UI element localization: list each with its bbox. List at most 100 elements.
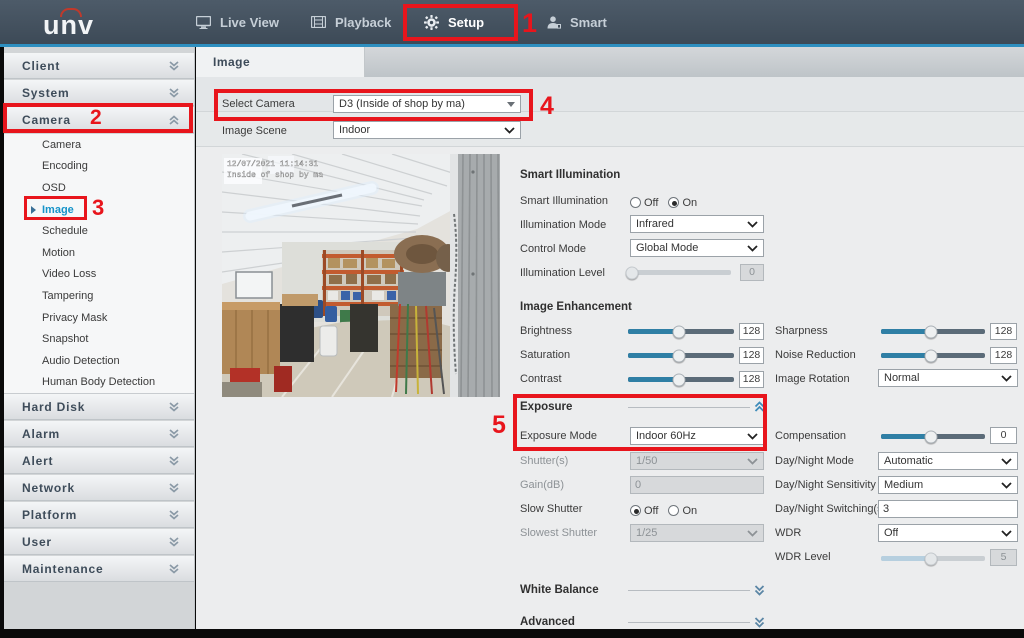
compensation-slider[interactable] bbox=[881, 434, 985, 439]
sidebar-item-encoding[interactable]: Encoding bbox=[4, 156, 194, 178]
sidebar-group-label: Network bbox=[22, 481, 75, 495]
radio-on[interactable] bbox=[668, 505, 679, 516]
tab-image[interactable]: Image bbox=[196, 47, 365, 77]
day-night-switching-label: Day/Night Switching(s) bbox=[775, 503, 886, 515]
image-scene-dropdown[interactable]: Indoor bbox=[333, 121, 521, 139]
sidebar-item-human-body-detection[interactable]: Human Body Detection bbox=[4, 372, 194, 394]
sidebar-item-label: Human Body Detection bbox=[42, 376, 155, 388]
illumination-level-slider[interactable] bbox=[628, 270, 731, 275]
gain-label: Gain(dB) bbox=[520, 479, 564, 491]
control-mode-value: Global Mode bbox=[636, 242, 698, 254]
illumination-mode-label: Illumination Mode bbox=[520, 219, 606, 231]
contrast-label: Contrast bbox=[520, 373, 562, 385]
illumination-mode-value: Infrared bbox=[636, 218, 674, 230]
wdr-level-label: WDR Level bbox=[775, 551, 831, 563]
chevron-down-icon bbox=[747, 221, 758, 228]
sidebar-item-tampering[interactable]: Tampering bbox=[4, 285, 194, 307]
slow-shutter-radio-group: OffOn bbox=[630, 501, 707, 519]
sidebar-group-alarm[interactable]: Alarm bbox=[4, 421, 194, 447]
chevron-down-icon bbox=[1001, 482, 1012, 489]
brightness-slider[interactable] bbox=[628, 329, 734, 334]
saturation-slider[interactable] bbox=[628, 353, 734, 358]
compensation-value[interactable]: 0 bbox=[990, 427, 1017, 444]
sidebar-camera-submenu: Camera Encoding OSD Image Schedule Motio… bbox=[4, 134, 194, 394]
annotation-number-1: 1 bbox=[522, 8, 537, 39]
compensation-label: Compensation bbox=[775, 430, 846, 442]
sidebar-group-user[interactable]: User bbox=[4, 529, 194, 555]
sidebar-group-platform[interactable]: Platform bbox=[4, 502, 194, 528]
saturation-value[interactable]: 128 bbox=[739, 347, 764, 364]
noise-reduction-slider[interactable] bbox=[881, 353, 985, 358]
sidebar-item-label: Snapshot bbox=[42, 333, 88, 345]
person-icon bbox=[547, 16, 561, 29]
sharpness-value[interactable]: 128 bbox=[990, 323, 1017, 340]
advanced-expand-icon[interactable] bbox=[753, 617, 766, 628]
nav-label-live-view: Live View bbox=[220, 15, 279, 30]
nav-item-live-view[interactable]: Live View bbox=[196, 0, 279, 44]
annotation-box-exposure bbox=[513, 394, 767, 451]
white-balance-expand-icon[interactable] bbox=[753, 585, 766, 596]
day-night-mode-dropdown[interactable]: Automatic bbox=[878, 452, 1018, 470]
image-scene-value: Indoor bbox=[339, 124, 370, 136]
chevron-double-down-icon bbox=[168, 510, 180, 520]
radio-off-label: Off bbox=[644, 197, 658, 209]
sharpness-slider[interactable] bbox=[881, 329, 985, 334]
sidebar-group-maintenance[interactable]: Maintenance bbox=[4, 556, 194, 582]
annotation-box-image-item bbox=[24, 196, 87, 220]
sidebar-item-camera[interactable]: Camera bbox=[4, 134, 194, 156]
radio-on[interactable] bbox=[668, 197, 679, 208]
illumination-level-label: Illumination Level bbox=[520, 267, 605, 279]
sidebar-item-schedule[interactable]: Schedule bbox=[4, 220, 194, 242]
smart-illumination-toggle-label: Smart Illumination bbox=[520, 195, 608, 207]
chevron-double-down-icon bbox=[168, 456, 180, 466]
sidebar-item-audio-detection[interactable]: Audio Detection bbox=[4, 350, 194, 372]
sidebar-group-hard-disk[interactable]: Hard Disk bbox=[4, 394, 194, 420]
day-night-sensitivity-dropdown[interactable]: Medium bbox=[878, 476, 1018, 494]
sidebar-group-client[interactable]: Client bbox=[4, 53, 194, 79]
control-mode-dropdown[interactable]: Global Mode bbox=[630, 239, 764, 257]
sidebar-item-snapshot[interactable]: Snapshot bbox=[4, 328, 194, 350]
sidebar-item-label: Motion bbox=[42, 247, 75, 259]
chevron-double-down-icon bbox=[168, 88, 180, 98]
brightness-value[interactable]: 128 bbox=[739, 323, 764, 340]
sidebar-item-video-loss[interactable]: Video Loss bbox=[4, 264, 194, 286]
noise-reduction-value[interactable]: 128 bbox=[990, 347, 1017, 364]
wdr-dropdown[interactable]: Off bbox=[878, 524, 1018, 542]
advanced-title: Advanced bbox=[520, 616, 575, 628]
image-rotation-label: Image Rotation bbox=[775, 373, 850, 385]
sidebar-group-network[interactable]: Network bbox=[4, 475, 194, 501]
illumination-mode-dropdown[interactable]: Infrared bbox=[630, 215, 764, 233]
sidebar-item-label: Camera bbox=[42, 139, 81, 151]
sidebar-group-label: User bbox=[22, 535, 52, 549]
slowest-shutter-dropdown: 1/25 bbox=[630, 524, 764, 542]
sidebar-item-privacy-mask[interactable]: Privacy Mask bbox=[4, 307, 194, 329]
sidebar-item-label: Encoding bbox=[42, 160, 88, 172]
contrast-value[interactable]: 128 bbox=[739, 371, 764, 388]
sidebar-item-label: OSD bbox=[42, 182, 66, 194]
sidebar-item-label: Tampering bbox=[42, 290, 93, 302]
sidebar-item-label: Video Loss bbox=[42, 268, 96, 280]
sidebar-item-motion[interactable]: Motion bbox=[4, 242, 194, 264]
contrast-slider[interactable] bbox=[628, 377, 734, 382]
nav-item-smart[interactable]: Smart bbox=[547, 0, 607, 44]
image-enhancement-title: Image Enhancement bbox=[520, 301, 632, 313]
sidebar-group-alert[interactable]: Alert bbox=[4, 448, 194, 474]
camera-preview-image: 12/07/2021 11:14:31 Inside of shop by ma bbox=[222, 154, 500, 397]
image-rotation-dropdown[interactable]: Normal bbox=[878, 369, 1018, 387]
chevron-down-icon bbox=[747, 530, 758, 537]
saturation-label: Saturation bbox=[520, 349, 570, 361]
slow-shutter-label: Slow Shutter bbox=[520, 503, 582, 515]
osd-timestamp: 12/07/2021 11:14:31 bbox=[227, 160, 318, 169]
day-night-switching-input[interactable] bbox=[878, 500, 1018, 518]
smart-illumination-radio-group: OffOn bbox=[630, 193, 707, 211]
sidebar-group-label: Maintenance bbox=[22, 562, 104, 576]
chevron-down-icon bbox=[747, 245, 758, 252]
sidebar: Client System Camera Camera Encoding OSD… bbox=[4, 47, 195, 629]
sidebar-item-label: Audio Detection bbox=[42, 355, 120, 367]
nav-item-playback[interactable]: Playback bbox=[311, 0, 391, 44]
tab-image-label: Image bbox=[213, 55, 250, 69]
chevron-down-icon bbox=[1001, 530, 1012, 537]
image-rotation-value: Normal bbox=[884, 372, 919, 384]
radio-off[interactable] bbox=[630, 505, 641, 516]
radio-off[interactable] bbox=[630, 197, 641, 208]
